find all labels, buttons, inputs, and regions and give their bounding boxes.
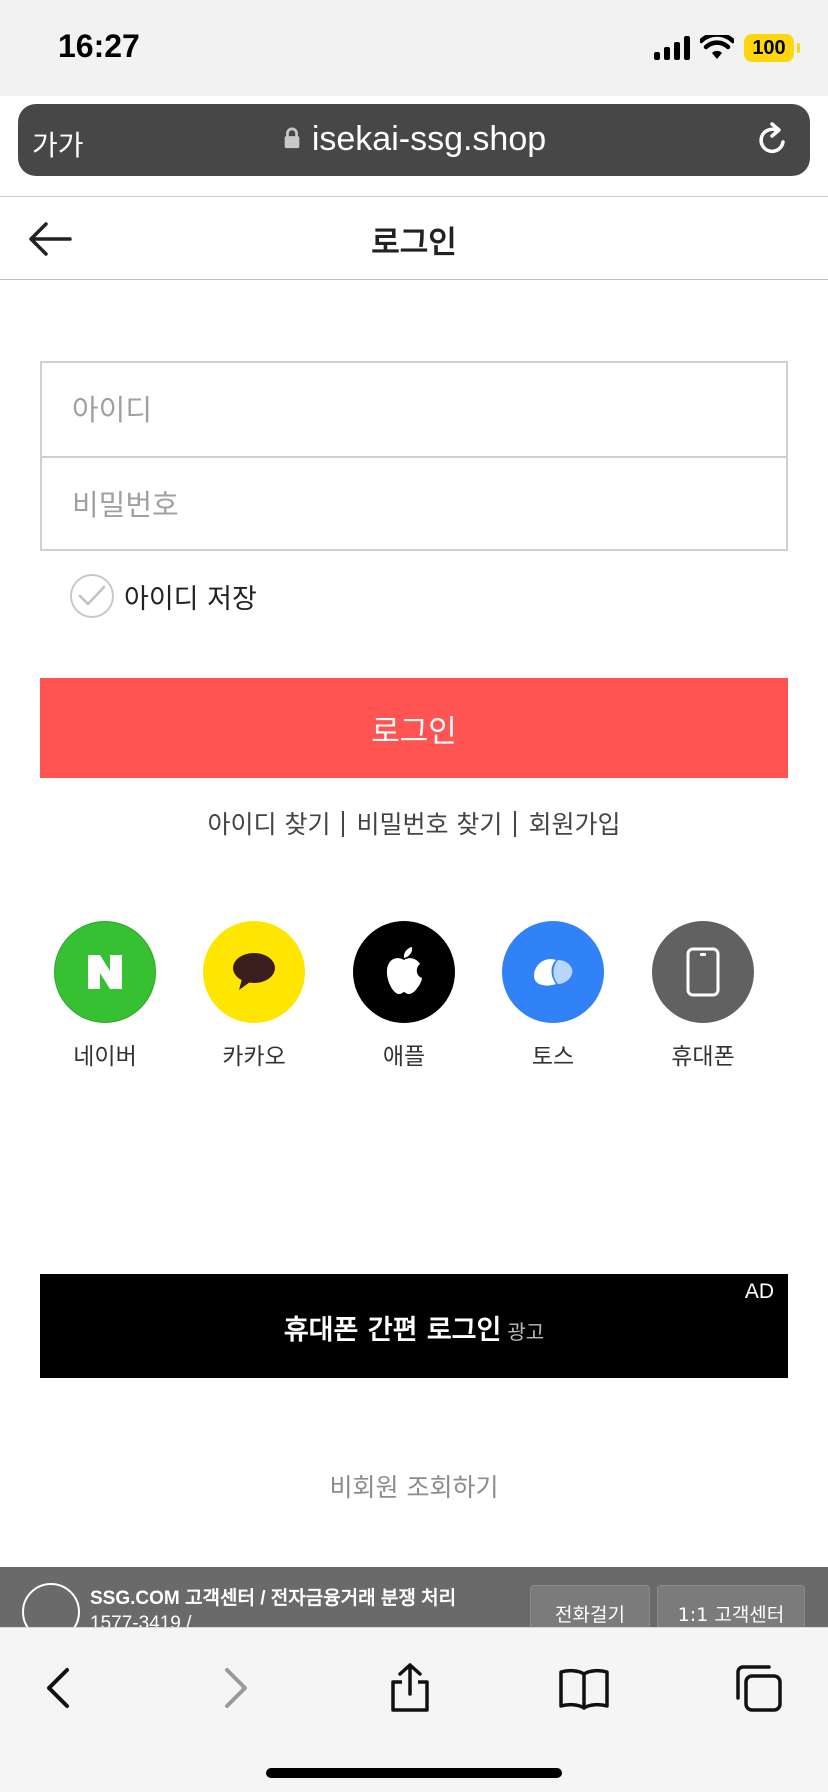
footer-phone: 1577-3419 / bbox=[90, 1613, 192, 1627]
link-separator bbox=[342, 811, 345, 837]
social-apple[interactable]: 애플 bbox=[339, 921, 469, 1071]
login-form bbox=[40, 361, 788, 551]
battery-indicator: 100 bbox=[744, 34, 800, 62]
find-id-link[interactable]: 아이디 찾기 bbox=[208, 810, 331, 839]
page-header: 로그인 bbox=[0, 196, 828, 280]
footer-customer-center: SSG.COM 고객센터 / 전자금융거래 분쟁 처리 1577-3419 / … bbox=[0, 1567, 828, 1627]
social-naver[interactable]: 네이버 bbox=[40, 921, 170, 1071]
forward-icon[interactable] bbox=[206, 1658, 266, 1718]
phone-icon[interactable] bbox=[652, 921, 754, 1023]
ad-title: 휴대폰 간편 로그인 bbox=[283, 1315, 502, 1346]
toss-icon[interactable] bbox=[502, 921, 604, 1023]
call-button[interactable]: 전화걸기 bbox=[530, 1585, 650, 1627]
ad-small-label: 광고 bbox=[507, 1320, 545, 1344]
link-separator bbox=[514, 811, 517, 837]
guest-lookup-link[interactable]: 비회원 조회하기 bbox=[0, 1468, 828, 1504]
status-bar: 16:27 100 bbox=[0, 0, 828, 96]
social-phone[interactable]: 휴대폰 bbox=[638, 921, 768, 1071]
home-icon[interactable] bbox=[22, 1583, 80, 1627]
social-toss[interactable]: 토스 bbox=[488, 921, 618, 1071]
apple-icon[interactable] bbox=[353, 921, 455, 1023]
cellular-signal-icon bbox=[654, 36, 690, 60]
lock-icon bbox=[284, 127, 300, 149]
social-login-row: 네이버 카카오 애플 토스 휴대폰 bbox=[40, 921, 788, 1081]
social-label: 카카오 bbox=[222, 1044, 286, 1070]
kakao-icon[interactable] bbox=[203, 921, 305, 1023]
ad-banner[interactable]: AD 휴대폰 간편 로그인 광고 bbox=[40, 1274, 788, 1378]
wifi-icon bbox=[700, 35, 734, 59]
back-icon[interactable] bbox=[28, 1658, 88, 1718]
status-icons: 100 bbox=[654, 34, 800, 62]
browser-toolbar bbox=[0, 1627, 828, 1792]
footer-title: SSG.COM 고객센터 / 전자금융거래 분쟁 처리 bbox=[90, 1588, 457, 1609]
url-text: isekai-ssg.shop bbox=[311, 120, 547, 158]
login-button[interactable]: 로그인 bbox=[40, 678, 788, 778]
social-label: 토스 bbox=[531, 1044, 575, 1070]
social-kakao[interactable]: 카카오 bbox=[189, 921, 319, 1071]
url-display[interactable]: isekai-ssg.shop bbox=[18, 120, 810, 159]
ad-content: 휴대폰 간편 로그인 광고 bbox=[40, 1308, 788, 1347]
id-input[interactable] bbox=[42, 363, 786, 456]
social-label: 애플 bbox=[382, 1044, 426, 1070]
share-icon[interactable] bbox=[380, 1658, 440, 1718]
battery-level: 100 bbox=[752, 36, 786, 59]
reload-icon[interactable] bbox=[752, 120, 792, 160]
save-id-label: 아이디 저장 bbox=[124, 583, 257, 615]
social-label: 휴대폰 bbox=[671, 1044, 735, 1070]
home-indicator bbox=[266, 1768, 562, 1778]
signup-link[interactable]: 회원가입 bbox=[528, 810, 620, 839]
customer-center-button[interactable]: 1:1 고객센터 bbox=[657, 1585, 805, 1627]
ad-tag: AD bbox=[744, 1280, 774, 1303]
naver-icon[interactable] bbox=[54, 921, 156, 1023]
account-links: 아이디 찾기 비밀번호 찾기 회원가입 bbox=[0, 805, 828, 841]
bookmarks-icon[interactable] bbox=[554, 1658, 614, 1718]
find-password-link[interactable]: 비밀번호 찾기 bbox=[356, 810, 502, 839]
social-label: 네이버 bbox=[73, 1044, 137, 1070]
address-bar[interactable]: 가가 isekai-ssg.shop bbox=[18, 104, 810, 176]
checkmark-circle-icon[interactable] bbox=[70, 574, 114, 618]
password-input[interactable] bbox=[42, 458, 786, 551]
save-id-checkbox[interactable]: 아이디 저장 bbox=[70, 574, 257, 618]
page-title: 로그인 bbox=[371, 225, 457, 261]
status-time: 16:27 bbox=[58, 28, 140, 64]
tabs-icon[interactable] bbox=[728, 1658, 788, 1718]
